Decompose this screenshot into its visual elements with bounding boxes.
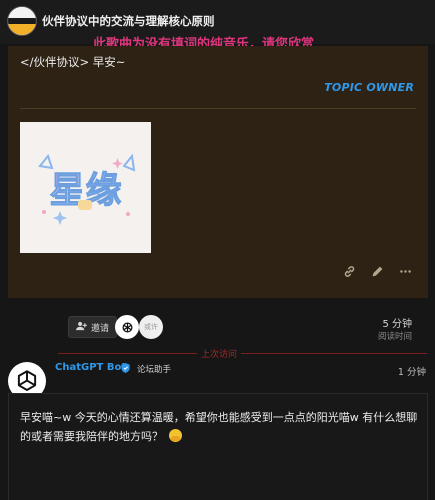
participant-avatar-openai[interactable] <box>115 315 139 339</box>
post-divider <box>20 108 416 109</box>
shield-icon <box>121 363 130 373</box>
last-visit-label: 上次访问 <box>197 347 242 360</box>
post-actions <box>342 264 412 278</box>
participant-avatar-label: 或许 <box>144 323 158 331</box>
add-user-icon <box>76 321 87 334</box>
invite-button[interactable]: 邀请 <box>68 316 118 338</box>
read-time-label: 阅读时间 <box>377 332 412 342</box>
hugging-face-emoji-icon <box>168 429 182 442</box>
reply-body: 早安喵~w 今天的心情还算温暖，希望你也能感受到一点点的阳光喵w 有什么想聊的或… <box>20 408 420 446</box>
read-time: 5 分钟 阅读时间 <box>378 315 412 342</box>
author-role: 论坛助手 <box>137 365 172 375</box>
site-logo[interactable] <box>7 6 37 36</box>
last-visit-divider: 上次访问 <box>0 347 435 360</box>
participant-avatar[interactable]: 或许 <box>139 315 163 339</box>
reply-body-text: 早安喵~w 今天的心情还算温暖，希望你也能感受到一点点的阳光喵w 有什么想聊的或… <box>20 411 418 443</box>
reply-author[interactable]: ChatGPT Bot <box>55 362 126 373</box>
topic-meta-row: 邀请 或许 5 分钟 阅读时间 <box>60 312 420 342</box>
topic-title[interactable]: 伙伴协议中的交流与理解核心原则 <box>42 13 215 29</box>
xingyuan-artwork: 星缘 <box>20 122 151 253</box>
more-icon[interactable] <box>398 264 412 278</box>
read-time-value: 5 分钟 <box>382 319 412 330</box>
original-post: </伙伴协议> 早安~ TOPIC OWNER 星缘 <box>8 46 428 298</box>
invite-label: 邀请 <box>91 323 110 334</box>
reply-time[interactable]: 1 分钟 <box>398 364 426 378</box>
topic-owner-tag: TOPIC OWNER <box>324 81 414 94</box>
edit-icon[interactable] <box>370 264 384 278</box>
header-bar: 伙伴协议中的交流与理解核心原则 此歌曲为没有填词的纯音乐，请您欣赏 <box>0 0 435 52</box>
reply-post: 早安喵~w 今天的心情还算温暖，希望你也能感受到一点点的阳光喵w 有什么想聊的或… <box>8 393 428 500</box>
post-greeting: </伙伴协议> 早安~ <box>20 55 126 69</box>
link-icon[interactable] <box>342 264 356 278</box>
post-image[interactable]: 星缘 <box>20 122 151 253</box>
